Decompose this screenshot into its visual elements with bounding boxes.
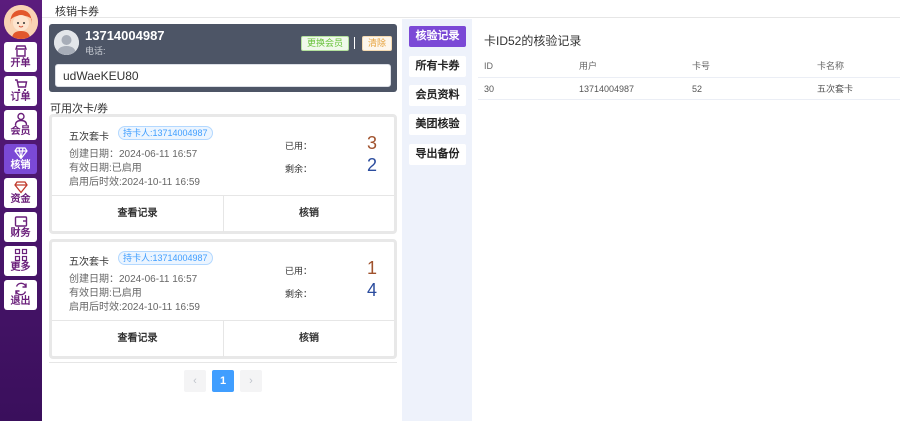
voucher-remaining-label: 剩余： [285, 164, 313, 174]
page-title: 核销卡券 [55, 6, 99, 18]
voucher-expire: 启用后时效:2024-10-11 16:59 [69, 302, 200, 313]
table-cell: 30 [484, 84, 495, 94]
table-cell: 五次套卡 [817, 84, 854, 94]
voucher-actions: 查看记录 核销 [52, 195, 394, 232]
prev-page-button[interactable]: ‹ [184, 370, 206, 392]
redeem-button[interactable]: 核销 [223, 196, 394, 232]
sidebar-item-label: 更多 [10, 262, 31, 273]
sidebar-item-label: 退出 [10, 296, 31, 307]
voucher-remaining-count: 4 [367, 280, 378, 300]
sidebar-item-members[interactable]: 会员 [4, 110, 37, 140]
sidebar-item-more[interactable]: 更多 [4, 246, 37, 276]
voucher-remaining-label: 剩余： [285, 289, 313, 299]
view-records-button[interactable]: 查看记录 [52, 321, 223, 357]
diamond-icon [13, 147, 28, 160]
voucher-holder-tag: 持卡人:13714004987 [118, 251, 213, 265]
sidebar-item-redeem[interactable]: 核销 [4, 144, 37, 174]
sidebar-item-label: 财务 [10, 228, 31, 239]
column-header: 卡号 [692, 61, 711, 71]
grid-icon [14, 248, 27, 262]
voucher-used-label: 已用： [285, 141, 313, 151]
cart-icon [14, 79, 27, 92]
voucher-valid: 有效日期:已启用 [69, 288, 142, 299]
user-avatar[interactable] [4, 5, 38, 39]
table-cell: 13714004987 [579, 84, 635, 94]
member-card: 13714004987 电话: 更换会员 清除 [49, 24, 397, 92]
redeem-code-input[interactable] [55, 64, 391, 87]
redeem-button[interactable]: 核销 [223, 321, 394, 357]
voucher-card: 五次套卡 持卡人:13714004987 创建日期：2024-06-11 16:… [49, 239, 397, 359]
top-bar: 核销卡券 [42, 0, 900, 18]
voucher-created: 创建日期：2024-06-11 16:57 [69, 149, 198, 160]
table-row: 30 13714004987 52 五次套卡 [478, 79, 900, 100]
voucher-remaining-count: 2 [367, 155, 378, 175]
voucher-valid: 有效日期:已启用 [69, 163, 142, 174]
member-tel-label: 电话: [85, 46, 106, 56]
voucher-card: 五次套卡 持卡人:13714004987 创建日期：2024-06-11 16:… [49, 114, 397, 234]
clear-member-button[interactable]: 清除 [362, 36, 393, 51]
tab-export-backup[interactable]: 导出备份 [409, 144, 466, 165]
table-header: ID 用户 卡号 卡名称 [478, 55, 900, 78]
column-header: ID [484, 61, 493, 71]
view-records-button[interactable]: 查看记录 [52, 196, 223, 232]
sidebar-item-label: 会员 [10, 126, 31, 137]
gem-icon [13, 181, 28, 194]
voucher-actions: 查看记录 核销 [52, 320, 394, 357]
column-header: 用户 [579, 61, 598, 71]
voucher-used-label: 已用： [285, 266, 313, 276]
member-phone: 13714004987 [85, 28, 165, 43]
tab-member-info[interactable]: 会员资料 [409, 85, 466, 106]
user-icon [14, 112, 27, 126]
tab-meituan-verify[interactable]: 美团核验 [409, 114, 466, 135]
sidebar-item-logout[interactable]: 退出 [4, 280, 37, 310]
voucher-expire: 启用后时效:2024-10-11 16:59 [69, 177, 200, 188]
next-page-button[interactable]: › [240, 370, 262, 392]
change-member-button[interactable]: 更换会员 [301, 36, 350, 51]
tab-column: 核验记录 所有卡券 会员资料 美团核验 导出备份 [402, 19, 472, 421]
sidebar-item-finance[interactable]: 财务 [4, 212, 37, 242]
sidebar-item-label: 核销 [10, 160, 31, 171]
voucher-name: 五次套卡 [69, 132, 109, 143]
records-title: 卡ID52的核验记录 [484, 34, 582, 48]
voucher-name: 五次套卡 [69, 257, 109, 268]
tab-redeem-records[interactable]: 核验记录 [409, 26, 466, 47]
sidebar-item-label: 开单 [10, 58, 31, 69]
page-1-button[interactable]: 1 [212, 370, 234, 392]
list-divider [49, 362, 397, 363]
column-header: 卡名称 [817, 61, 845, 71]
sidebar-item-label: 资金 [10, 194, 31, 205]
member-avatar [54, 30, 79, 55]
button-divider [354, 37, 355, 49]
sidebar-item-open-order[interactable]: 开单 [4, 42, 37, 72]
tab-all-vouchers[interactable]: 所有卡券 [409, 56, 466, 77]
voucher-used-count: 1 [367, 258, 378, 278]
sidebar: 开单 订单 会员 核销 资金 财务 更多 退出 [0, 0, 42, 421]
voucher-used-count: 3 [367, 133, 378, 153]
shop-icon [14, 45, 27, 57]
voucher-holder-tag: 持卡人:13714004987 [118, 126, 213, 140]
wallet-icon [14, 216, 27, 227]
voucher-created: 创建日期：2024-06-11 16:57 [69, 274, 198, 285]
sidebar-item-funds[interactable]: 资金 [4, 178, 37, 208]
refresh-icon [14, 282, 27, 296]
sidebar-item-label: 订单 [10, 92, 31, 103]
table-cell: 52 [692, 84, 703, 94]
sidebar-item-orders[interactable]: 订单 [4, 76, 37, 106]
